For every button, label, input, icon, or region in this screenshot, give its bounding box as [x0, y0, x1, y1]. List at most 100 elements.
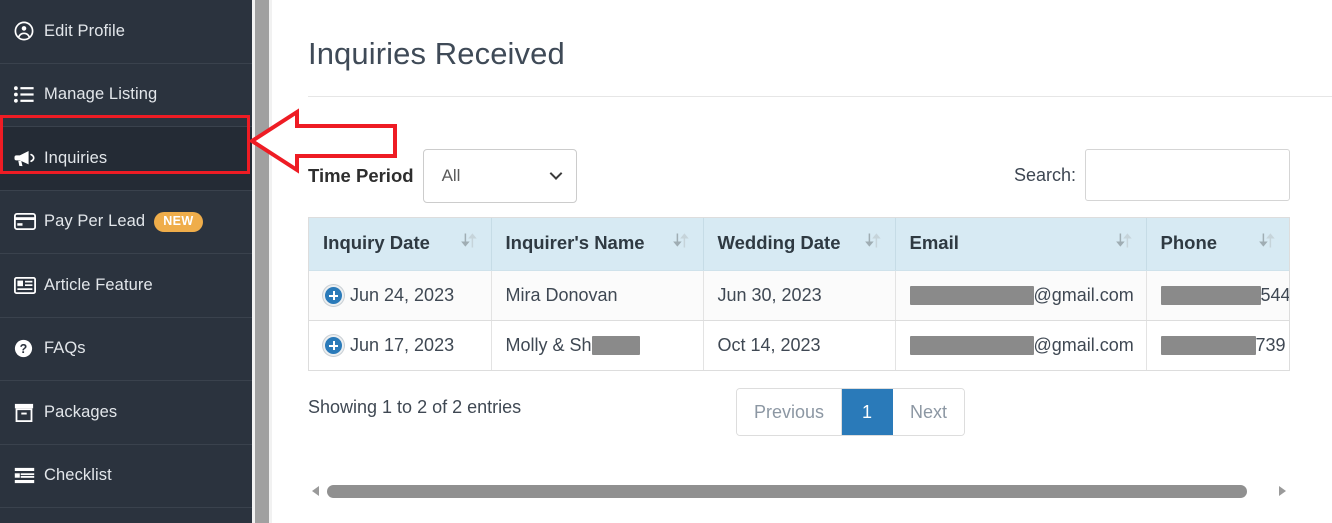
wedding-date-value: Jun 30, 2023: [717, 284, 822, 305]
page-vertical-scrollbar-thumb[interactable]: [255, 0, 269, 523]
email-suffix-value: @gmail.com: [1033, 284, 1134, 305]
sidebar-item-manage-listing[interactable]: Manage Listing: [0, 63, 252, 127]
sidebar-item-label: FAQs: [44, 339, 86, 358]
search-label: Search:: [1013, 164, 1076, 185]
time-period-selected-value: All: [441, 166, 461, 185]
box-icon: [14, 403, 44, 422]
inquirer-name-value: Mira Donovan: [505, 284, 618, 305]
caret-right-icon[interactable]: [1274, 482, 1290, 500]
inquirer-name-value: Molly & Sh: [505, 334, 592, 355]
credit-card-icon: [14, 213, 44, 231]
phone-suffix-value: 544: [1260, 284, 1290, 305]
redaction-block: [1160, 336, 1256, 356]
page-title: Inquiries Received: [308, 36, 565, 71]
list-icon: [14, 86, 44, 103]
wedding-date-value: Oct 14, 2023: [717, 334, 821, 355]
inquiries-table: Inquiry Date Inquirer's Name Wedding Dat…: [309, 218, 1289, 371]
table-horizontal-scrollbar[interactable]: [308, 482, 1290, 500]
cell-inquiry-date: Jun 24, 2023: [309, 270, 492, 321]
bullhorn-icon: [14, 149, 44, 168]
sidebar-item-label: Manage Listing: [44, 85, 158, 104]
table-row[interactable]: Jun 17, 2023 Molly & Sh Oct 14, 2023 @gm…: [309, 320, 1289, 371]
inquiries-table-wrapper: Inquiry Date Inquirer's Name Wedding Dat…: [308, 217, 1290, 371]
expand-row-icon[interactable]: [323, 284, 344, 306]
sidebar-item-packages[interactable]: Packages: [0, 381, 252, 445]
email-suffix-value: @gmail.com: [1033, 334, 1134, 355]
showing-entries-info: Showing 1 to 2 of 2 entries: [308, 396, 522, 417]
scrollbar-thumb[interactable]: [327, 484, 1248, 498]
cell-email: @gmail.com: [895, 270, 1147, 321]
sidebar-item-edit-profile[interactable]: Edit Profile: [0, 0, 252, 64]
title-divider: [308, 96, 1332, 97]
pagination-page-1-button[interactable]: 1: [842, 388, 894, 435]
cell-inquiry-date: Jun 17, 2023: [309, 320, 492, 371]
sort-arrows-icon: [460, 232, 477, 254]
sort-arrows-icon: [1259, 232, 1275, 254]
page-vertical-scrollbar[interactable]: [252, 0, 272, 523]
id-card-icon: [14, 276, 44, 294]
sidebar-item-checklist[interactable]: Checklist: [0, 444, 252, 508]
column-header-phone[interactable]: Phone: [1146, 218, 1289, 271]
pagination-next-button[interactable]: Next: [893, 388, 965, 435]
table-header-row: Inquiry Date Inquirer's Name Wedding Dat…: [309, 218, 1289, 271]
cell-email: @gmail.com: [895, 320, 1147, 371]
status-badge-new: NEW: [154, 212, 203, 232]
cell-inquirer-name: Mira Donovan: [491, 270, 704, 321]
user-circle-icon: [14, 21, 44, 41]
chevron-down-icon: [549, 172, 562, 180]
question-circle-icon: ?: [14, 339, 44, 358]
column-header-wedding-date[interactable]: Wedding Date: [703, 218, 896, 271]
sidebar-item-label: Checklist: [44, 466, 112, 485]
sidebar-item-inquiries[interactable]: Inquiries: [0, 127, 252, 191]
time-period-select[interactable]: All: [422, 149, 577, 203]
time-period-label: Time Period: [308, 165, 414, 186]
table-header: Inquiry Date Inquirer's Name Wedding Dat…: [309, 218, 1289, 271]
sidebar-item-article-feature[interactable]: Article Feature: [0, 254, 252, 318]
column-header-label: Inquirer's Name: [505, 232, 645, 254]
redaction-block: [909, 336, 1034, 356]
expand-row-icon[interactable]: [323, 334, 344, 356]
svg-text:?: ?: [20, 342, 28, 356]
sidebar-item-label: Pay Per Lead: [44, 212, 146, 231]
column-header-inquirers-name[interactable]: Inquirer's Name: [491, 218, 704, 271]
redaction-block: [591, 336, 640, 356]
search-group: Search:: [1014, 149, 1290, 201]
sidebar: Edit Profile Manage Listing Inquiries Pa…: [0, 0, 252, 523]
column-header-email[interactable]: Email: [895, 218, 1147, 271]
redaction-block: [909, 286, 1034, 306]
scrollbar-track[interactable]: [327, 484, 1271, 498]
pagination-previous-button[interactable]: Previous: [737, 388, 843, 435]
column-header-label: Wedding Date: [717, 232, 841, 254]
sidebar-item-interview[interactable]: Interview: [0, 508, 252, 523]
table-row[interactable]: Jun 24, 2023 Mira Donovan Jun 30, 2023 @…: [309, 270, 1290, 321]
search-input[interactable]: [1085, 149, 1290, 201]
inquiry-date-value: Jun 24, 2023: [350, 284, 455, 305]
checklist-icon: [14, 467, 44, 484]
app-root: Edit Profile Manage Listing Inquiries Pa…: [0, 0, 1332, 523]
sidebar-item-label: Article Feature: [44, 275, 153, 294]
main-content: Inquiries Received Time Period All Searc…: [272, 0, 1332, 523]
sort-arrows-icon: [1115, 232, 1132, 254]
column-header-label: Email: [909, 232, 959, 254]
table-body: Jun 24, 2023 Mira Donovan Jun 30, 2023 @…: [309, 270, 1290, 371]
table-controls: Time Period All Search:: [308, 149, 1290, 205]
sidebar-item-label: Edit Profile: [44, 21, 125, 40]
column-header-inquiry-date[interactable]: Inquiry Date: [309, 218, 492, 271]
cell-wedding-date: Jun 30, 2023: [703, 270, 896, 321]
sort-arrows-icon: [864, 232, 881, 254]
inquiry-date-value: Jun 17, 2023: [350, 334, 455, 355]
cell-phone: 739: [1146, 320, 1289, 371]
phone-suffix-value: 739: [1255, 334, 1286, 355]
sidebar-item-label: Inquiries: [44, 148, 108, 167]
caret-left-icon[interactable]: [308, 482, 324, 500]
sidebar-item-faqs[interactable]: ? FAQs: [0, 317, 252, 381]
sort-arrows-icon: [672, 232, 689, 254]
pagination: Previous 1 Next: [736, 387, 966, 436]
cell-wedding-date: Oct 14, 2023: [703, 320, 896, 371]
redaction-block: [1160, 286, 1261, 306]
cell-inquirer-name: Molly & Sh: [491, 320, 704, 371]
column-header-label: Phone: [1160, 232, 1218, 254]
sidebar-item-pay-per-lead[interactable]: Pay Per Lead NEW: [0, 190, 252, 254]
column-header-label: Inquiry Date: [323, 232, 430, 254]
sidebar-item-label: Packages: [44, 402, 118, 421]
